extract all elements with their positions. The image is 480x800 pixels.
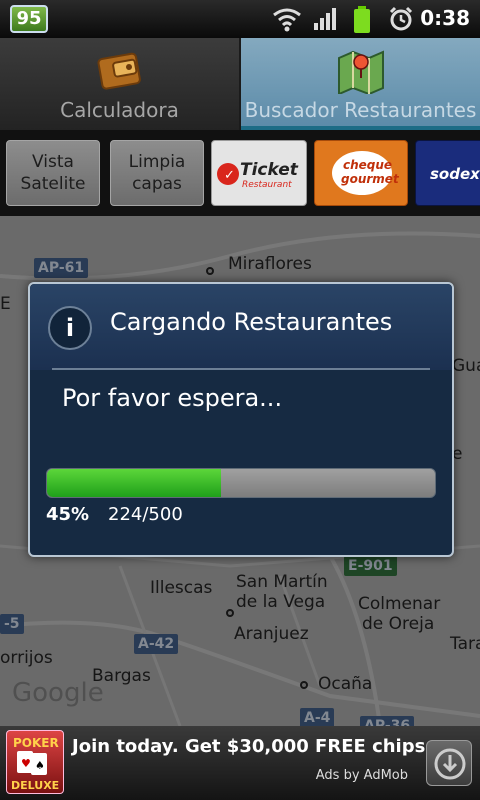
notification-badge[interactable]: 95 [10,5,48,33]
progress-count: 224/500 [108,504,183,525]
ad-headline: Join today. Get $30,000 FREE chips [72,736,426,757]
limpia-capas-button[interactable]: Limpia capas [110,140,204,206]
dialog-header: i Cargando Restaurantes [30,284,452,370]
cheque-gourmet-logo-button[interactable]: cheque gourmet [314,140,408,206]
dialog-divider [52,368,430,370]
sodexo-logo-button[interactable]: sodex [415,140,480,206]
ad-banner[interactable]: POKER ♥ ♠ DELUXE Join today. Get $30,000… [0,726,480,800]
dialog-title: Cargando Restaurantes [110,308,393,336]
svg-text:cheque: cheque [343,158,392,172]
svg-text:POKER: POKER [13,736,59,750]
map-toolbar: Vista Satelite Limpia capas ✓ Ticket Resta… [0,130,480,216]
poker-app-icon: POKER ♥ ♠ DELUXE [6,730,64,794]
svg-text:♠: ♠ [35,759,45,772]
tab-bar: Calculadora Buscador Restaurantes [0,38,480,130]
button-label-line1: Limpia [128,152,186,172]
svg-text:✓: ✓ [224,168,235,183]
svg-text:DELUXE: DELUXE [11,779,59,792]
signal-icon [312,6,338,36]
download-button[interactable] [426,740,472,786]
svg-text:Restaurant: Restaurant [242,180,292,190]
clock: 0:38 [420,6,470,30]
vista-satelite-button[interactable]: Vista Satelite [6,140,100,206]
download-icon [427,748,473,791]
svg-text:gourmet: gourmet [341,172,400,186]
wallet-icon [96,48,144,96]
map-icon [337,48,385,98]
tab-label: Buscador Restaurantes [244,98,477,122]
loading-dialog: i Cargando Restaurantes Por favor espera… [28,282,454,557]
alarm-icon [388,6,414,36]
progress-bar [46,468,436,498]
progress-fill [47,469,221,497]
status-bar: 95 0:38 [0,0,480,38]
svg-text:sodex: sodex [430,165,480,183]
info-icon: i [48,306,92,350]
tab-calculadora[interactable]: Calculadora [0,38,239,130]
tab-label: Calculadora [60,98,179,122]
tab-buscador-restaurantes[interactable]: Buscador Restaurantes [239,38,480,130]
button-label-line2: capas [132,174,182,194]
button-label-line2: Satelite [20,174,86,194]
ad-attribution: Ads by AdMob [315,768,408,783]
wifi-icon [272,6,302,36]
progress-percent: 45% [46,504,90,525]
svg-text:♥: ♥ [21,757,31,770]
svg-text:Ticket: Ticket [240,160,299,180]
battery-icon [352,6,372,38]
ticket-restaurant-logo-button[interactable]: ✓ Ticket Restaurant [211,140,307,206]
dialog-message: Por favor espera... [62,384,283,412]
button-label-line1: Vista [32,152,74,172]
